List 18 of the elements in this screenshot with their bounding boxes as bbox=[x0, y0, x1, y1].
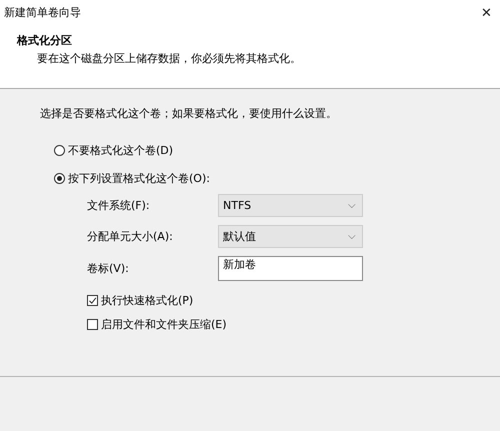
checkbox-option[interactable]: 启用文件和文件夹压缩(E) bbox=[87, 317, 227, 332]
page-description: 要在这个磁盘分区上储存数据，你必须先将其格式化。 bbox=[36, 51, 302, 66]
page-title: 格式化分区 bbox=[17, 33, 73, 48]
radio-option[interactable]: 按下列设置格式化这个卷(O): bbox=[54, 171, 210, 186]
caret-icon: ⌵ bbox=[348, 200, 356, 211]
field-label: 卷标(V): bbox=[87, 261, 130, 276]
input-field[interactable]: 新加卷 bbox=[218, 256, 363, 281]
close-button[interactable]: ✕ bbox=[473, 0, 500, 24]
dropdown[interactable]: NTFS ⌵ bbox=[218, 194, 363, 217]
instruction-text: 选择是否要格式化这个卷；如果要格式化，要使用什么设置。 bbox=[40, 106, 338, 121]
field-label: 分配单元大小(A): bbox=[87, 229, 174, 244]
radio-option[interactable]: 不要格式化这个卷(D) bbox=[54, 143, 174, 158]
window-title: 新建简单卷向导 bbox=[4, 4, 81, 20]
checkbox-option[interactable]: 执行快速格式化(P) bbox=[87, 293, 194, 308]
dropdown[interactable]: 默认值 ⌵ bbox=[218, 225, 363, 248]
field-label: 文件系统(F): bbox=[87, 198, 151, 213]
caret-icon: ⌵ bbox=[348, 231, 356, 242]
checkmark-icon bbox=[88, 295, 97, 306]
